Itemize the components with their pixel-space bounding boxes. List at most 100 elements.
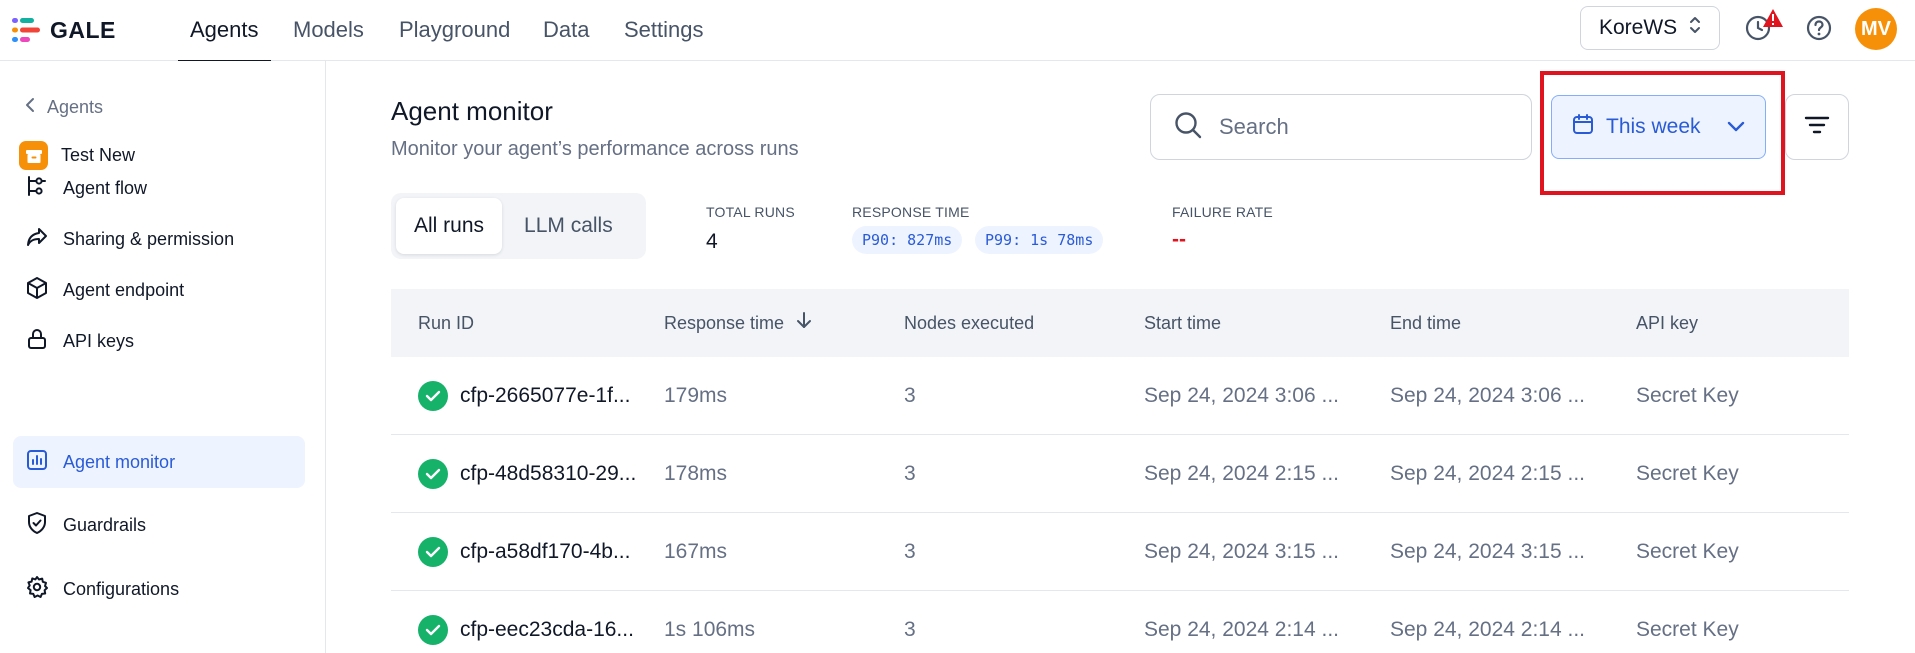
sidebar-item-agent-endpoint[interactable]: Agent endpoint	[13, 264, 305, 316]
sort-descending-icon	[796, 289, 812, 357]
gear-icon	[25, 575, 49, 604]
flow-icon	[25, 174, 49, 203]
column-label: Start time	[1144, 313, 1222, 333]
column-header-start-time[interactable]: Start time	[1144, 289, 1221, 357]
column-header-nodes-executed[interactable]: Nodes executed	[904, 289, 1034, 357]
success-check-icon	[418, 537, 448, 567]
page-title: Agent monitor	[391, 96, 553, 126]
nav-tab-playground[interactable]: Playground	[399, 0, 510, 61]
api-key-cell: Secret Key	[1636, 540, 1739, 563]
user-avatar[interactable]: MV	[1855, 8, 1897, 50]
segment-llm-calls[interactable]: LLM calls	[506, 198, 631, 254]
run-id-cell: cfp-a58df170-4b...	[418, 513, 630, 591]
start-time-cell: Sep 24, 2024 3:15 ...	[1144, 540, 1339, 563]
back-to-agents-link[interactable]: Agents	[25, 97, 103, 118]
date-range-label: This week	[1606, 115, 1701, 138]
top-navigation: GALE Agents Models Playground Data Setti…	[0, 0, 1915, 62]
end-time-cell: Sep 24, 2024 3:06 ...	[1390, 384, 1585, 407]
start-time-cell: Sep 24, 2024 2:14 ...	[1144, 618, 1339, 641]
end-time-cell: Sep 24, 2024 3:15 ...	[1390, 540, 1585, 563]
sidebar-item-label: Sharing & permission	[63, 228, 235, 249]
column-label: API key	[1636, 313, 1699, 333]
table-header: Run ID Response time Nodes executed Star…	[391, 289, 1849, 357]
nav-tab-agents[interactable]: Agents	[178, 0, 270, 62]
sidebar: Agents Test New Agent flow Sharing & per…	[0, 61, 326, 653]
nodes-executed-cell: 3	[904, 540, 916, 563]
sidebar-item-agent-monitor[interactable]: Agent monitor	[13, 436, 305, 488]
workspace-name: KoreWS	[1599, 16, 1678, 39]
date-range-dropdown[interactable]: This week	[1551, 95, 1766, 159]
help-icon[interactable]	[1803, 12, 1835, 44]
column-header-run-id[interactable]: Run ID	[418, 289, 474, 357]
cube-icon	[25, 276, 49, 305]
run-id: cfp-48d58310-29...	[460, 462, 637, 485]
nav-tab-data[interactable]: Data	[543, 0, 589, 61]
sidebar-item-label: Configurations	[63, 578, 180, 599]
sidebar-item-label: Agent monitor	[63, 451, 176, 472]
nodes-executed-cell: 3	[904, 384, 916, 407]
filter-button[interactable]	[1785, 94, 1849, 160]
success-check-icon	[418, 381, 448, 411]
sidebar-item-guardrails[interactable]: Guardrails	[13, 499, 305, 551]
sidebar-item-label: Agent flow	[63, 177, 148, 198]
sidebar-item-agent-flow[interactable]: Agent flow	[13, 162, 305, 214]
lock-icon	[25, 327, 49, 356]
end-time-cell: Sep 24, 2024 2:14 ...	[1390, 618, 1585, 641]
run-id-cell: cfp-eec23cda-16...	[418, 591, 634, 653]
segment-all-runs[interactable]: All runs	[396, 198, 503, 254]
run-id: cfp-a58df170-4b...	[460, 540, 631, 563]
shield-icon	[25, 511, 49, 540]
column-header-api-key[interactable]: API key	[1636, 289, 1698, 357]
gale-logo-icon	[12, 17, 42, 43]
api-key-cell: Secret Key	[1636, 462, 1739, 485]
filter-lines-icon	[1804, 114, 1830, 141]
sidebar-item-label: Agent endpoint	[63, 279, 185, 300]
back-link-label: Agents	[47, 97, 104, 117]
start-time-cell: Sep 24, 2024 2:15 ...	[1144, 462, 1339, 485]
success-check-icon	[418, 615, 448, 645]
column-header-end-time[interactable]: End time	[1390, 289, 1461, 357]
logo-text: GALE	[50, 16, 116, 43]
sidebar-item-api-keys[interactable]: API keys	[13, 315, 305, 367]
column-label: Nodes executed	[904, 313, 1035, 333]
success-check-icon	[418, 459, 448, 489]
api-key-cell: Secret Key	[1636, 618, 1739, 641]
sidebar-item-label: API keys	[63, 330, 135, 351]
chevron-down-icon	[1727, 115, 1745, 139]
sidebar-item-label: Guardrails	[63, 514, 147, 535]
run-id: cfp-2665077e-1f...	[460, 384, 631, 407]
workspace-selector[interactable]: KoreWS	[1580, 6, 1720, 50]
logo[interactable]: GALE	[12, 16, 116, 44]
table-row[interactable]: cfp-2665077e-1f... 179ms 3 Sep 24, 2024 …	[391, 357, 1849, 435]
sidebar-item-sharing-permission[interactable]: Sharing & permission	[13, 213, 305, 265]
response-time-cell: 167ms	[664, 540, 728, 563]
alert-badge-icon	[1762, 8, 1784, 33]
search-icon	[1173, 110, 1203, 145]
runs-table: Run ID Response time Nodes executed Star…	[391, 289, 1849, 653]
table-row[interactable]: cfp-eec23cda-16... 1s 106ms 3 Sep 24, 20…	[391, 591, 1849, 653]
page-subtitle: Monitor your agent’s performance across …	[391, 138, 799, 160]
nav-tab-settings[interactable]: Settings	[624, 0, 704, 61]
p90-badge: P90: 827ms	[852, 226, 963, 254]
column-header-response-time[interactable]: Response time	[664, 289, 812, 357]
table-row[interactable]: cfp-a58df170-4b... 167ms 3 Sep 24, 2024 …	[391, 513, 1849, 591]
p99-badge: P99: 1s 78ms	[975, 226, 1104, 254]
column-label: End time	[1390, 313, 1462, 333]
response-time-cell: 1s 106ms	[664, 618, 756, 641]
run-id: cfp-eec23cda-16...	[460, 618, 634, 641]
nodes-executed-cell: 3	[904, 618, 916, 641]
search-box[interactable]	[1150, 94, 1532, 160]
chevron-up-down-icon	[1689, 16, 1701, 40]
sidebar-item-configurations[interactable]: Configurations	[13, 563, 305, 615]
total-runs-label: TOTAL RUNS	[706, 204, 795, 220]
table-row[interactable]: cfp-48d58310-29... 178ms 3 Sep 24, 2024 …	[391, 435, 1849, 513]
column-label: Run ID	[418, 313, 475, 333]
search-input[interactable]	[1219, 114, 1519, 140]
column-label: Response time	[664, 313, 785, 333]
response-time-label: RESPONSE TIME	[852, 204, 970, 220]
nav-tab-models[interactable]: Models	[293, 0, 364, 61]
run-type-segmented-control: All runs LLM calls	[391, 193, 646, 259]
response-time-cell: 179ms	[664, 384, 728, 407]
chart-icon	[25, 448, 49, 477]
calendar-icon	[1572, 113, 1594, 141]
